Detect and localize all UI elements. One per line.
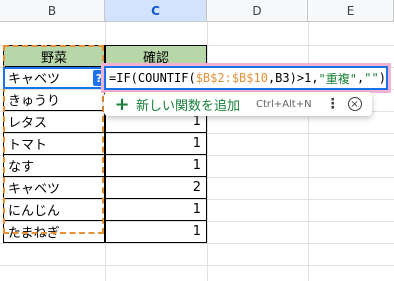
column-header-label: C: [151, 3, 160, 18]
cell-value: 1: [192, 224, 201, 239]
formula-string-token: "": [364, 71, 379, 85]
cell-text: キャベツ: [8, 182, 61, 197]
cell-b10[interactable]: たまねぎ: [3, 221, 105, 243]
more-vert-icon[interactable]: ⋮: [326, 96, 340, 112]
formula-token: ,: [357, 71, 365, 85]
cell-value: 1: [192, 114, 201, 129]
cell-text: なす: [8, 160, 35, 175]
close-icon[interactable]: ×: [347, 97, 362, 111]
cell-value: 2: [192, 180, 201, 195]
cell-b5[interactable]: レタス: [3, 111, 105, 133]
formula-token: ): [378, 71, 386, 85]
header-label: 確認: [142, 50, 169, 66]
cell-formula-editor[interactable]: =IF( COUNTIF( $B$2:$B$10 ,B3 )>1, "重複" ,…: [101, 63, 391, 93]
cell-c8[interactable]: 2: [105, 177, 207, 199]
cell-c7[interactable]: 1: [105, 155, 207, 177]
cell-c9[interactable]: 1: [105, 199, 207, 221]
formula-token: )>1,: [289, 71, 319, 85]
cell-text: レタス: [8, 116, 48, 131]
header-label: 野菜: [40, 50, 67, 66]
cell-value: 1: [192, 158, 201, 173]
header-cell-vegetable[interactable]: 野菜: [3, 45, 105, 67]
gridline: [0, 265, 394, 266]
cell-text: にんじん: [8, 204, 61, 219]
cell-c10[interactable]: 1: [105, 221, 207, 243]
cell-b7[interactable]: なす: [3, 155, 105, 177]
formula-range-token: $B$2:$B$10: [195, 71, 268, 85]
cell-text: トマト: [8, 138, 48, 153]
column-header-b[interactable]: B: [0, 0, 105, 22]
cell-value: 1: [192, 202, 201, 217]
formula-string-token: "重複": [318, 71, 357, 86]
spreadsheet-grid[interactable]: B C D E 野菜 確認 キャベツ きゅうり レタス トマト なす キャベツ …: [0, 0, 394, 281]
column-header-label: E: [346, 3, 355, 18]
plus-icon: +: [114, 93, 130, 115]
column-header-e[interactable]: E: [308, 0, 394, 22]
help-glyph: ?: [95, 71, 103, 85]
header-cell-check[interactable]: 確認: [105, 45, 207, 67]
column-header-label: B: [47, 3, 57, 18]
column-header-d[interactable]: D: [207, 0, 308, 22]
add-function-suggestion[interactable]: + 新しい関数を追加 Ctrl+Alt+N ⋮ ×: [104, 92, 372, 116]
column-header-label: D: [252, 3, 262, 18]
formula-token: =IF(: [109, 71, 138, 85]
cell-text: キャベツ: [8, 72, 61, 87]
cell-b6[interactable]: トマト: [3, 133, 105, 155]
column-header-c[interactable]: C: [105, 0, 207, 22]
formula-token: COUNTIF(: [137, 71, 196, 85]
cell-c6[interactable]: 1: [105, 133, 207, 155]
cell-value: 1: [192, 136, 201, 151]
cell-b8[interactable]: キャベツ: [3, 177, 105, 199]
cell-b9[interactable]: にんじん: [3, 199, 105, 221]
shortcut-hint: Ctrl+Alt+N: [256, 98, 312, 110]
cell-text: たまねぎ: [8, 226, 60, 241]
suggestion-label: 新しい関数を追加: [136, 98, 241, 114]
cell-b4[interactable]: きゅうり: [3, 89, 105, 111]
formula-token: ,B3: [267, 71, 290, 85]
cell-text: きゅうり: [8, 94, 61, 109]
gridline: [0, 243, 394, 244]
cell-b3[interactable]: キャベツ: [3, 67, 105, 89]
